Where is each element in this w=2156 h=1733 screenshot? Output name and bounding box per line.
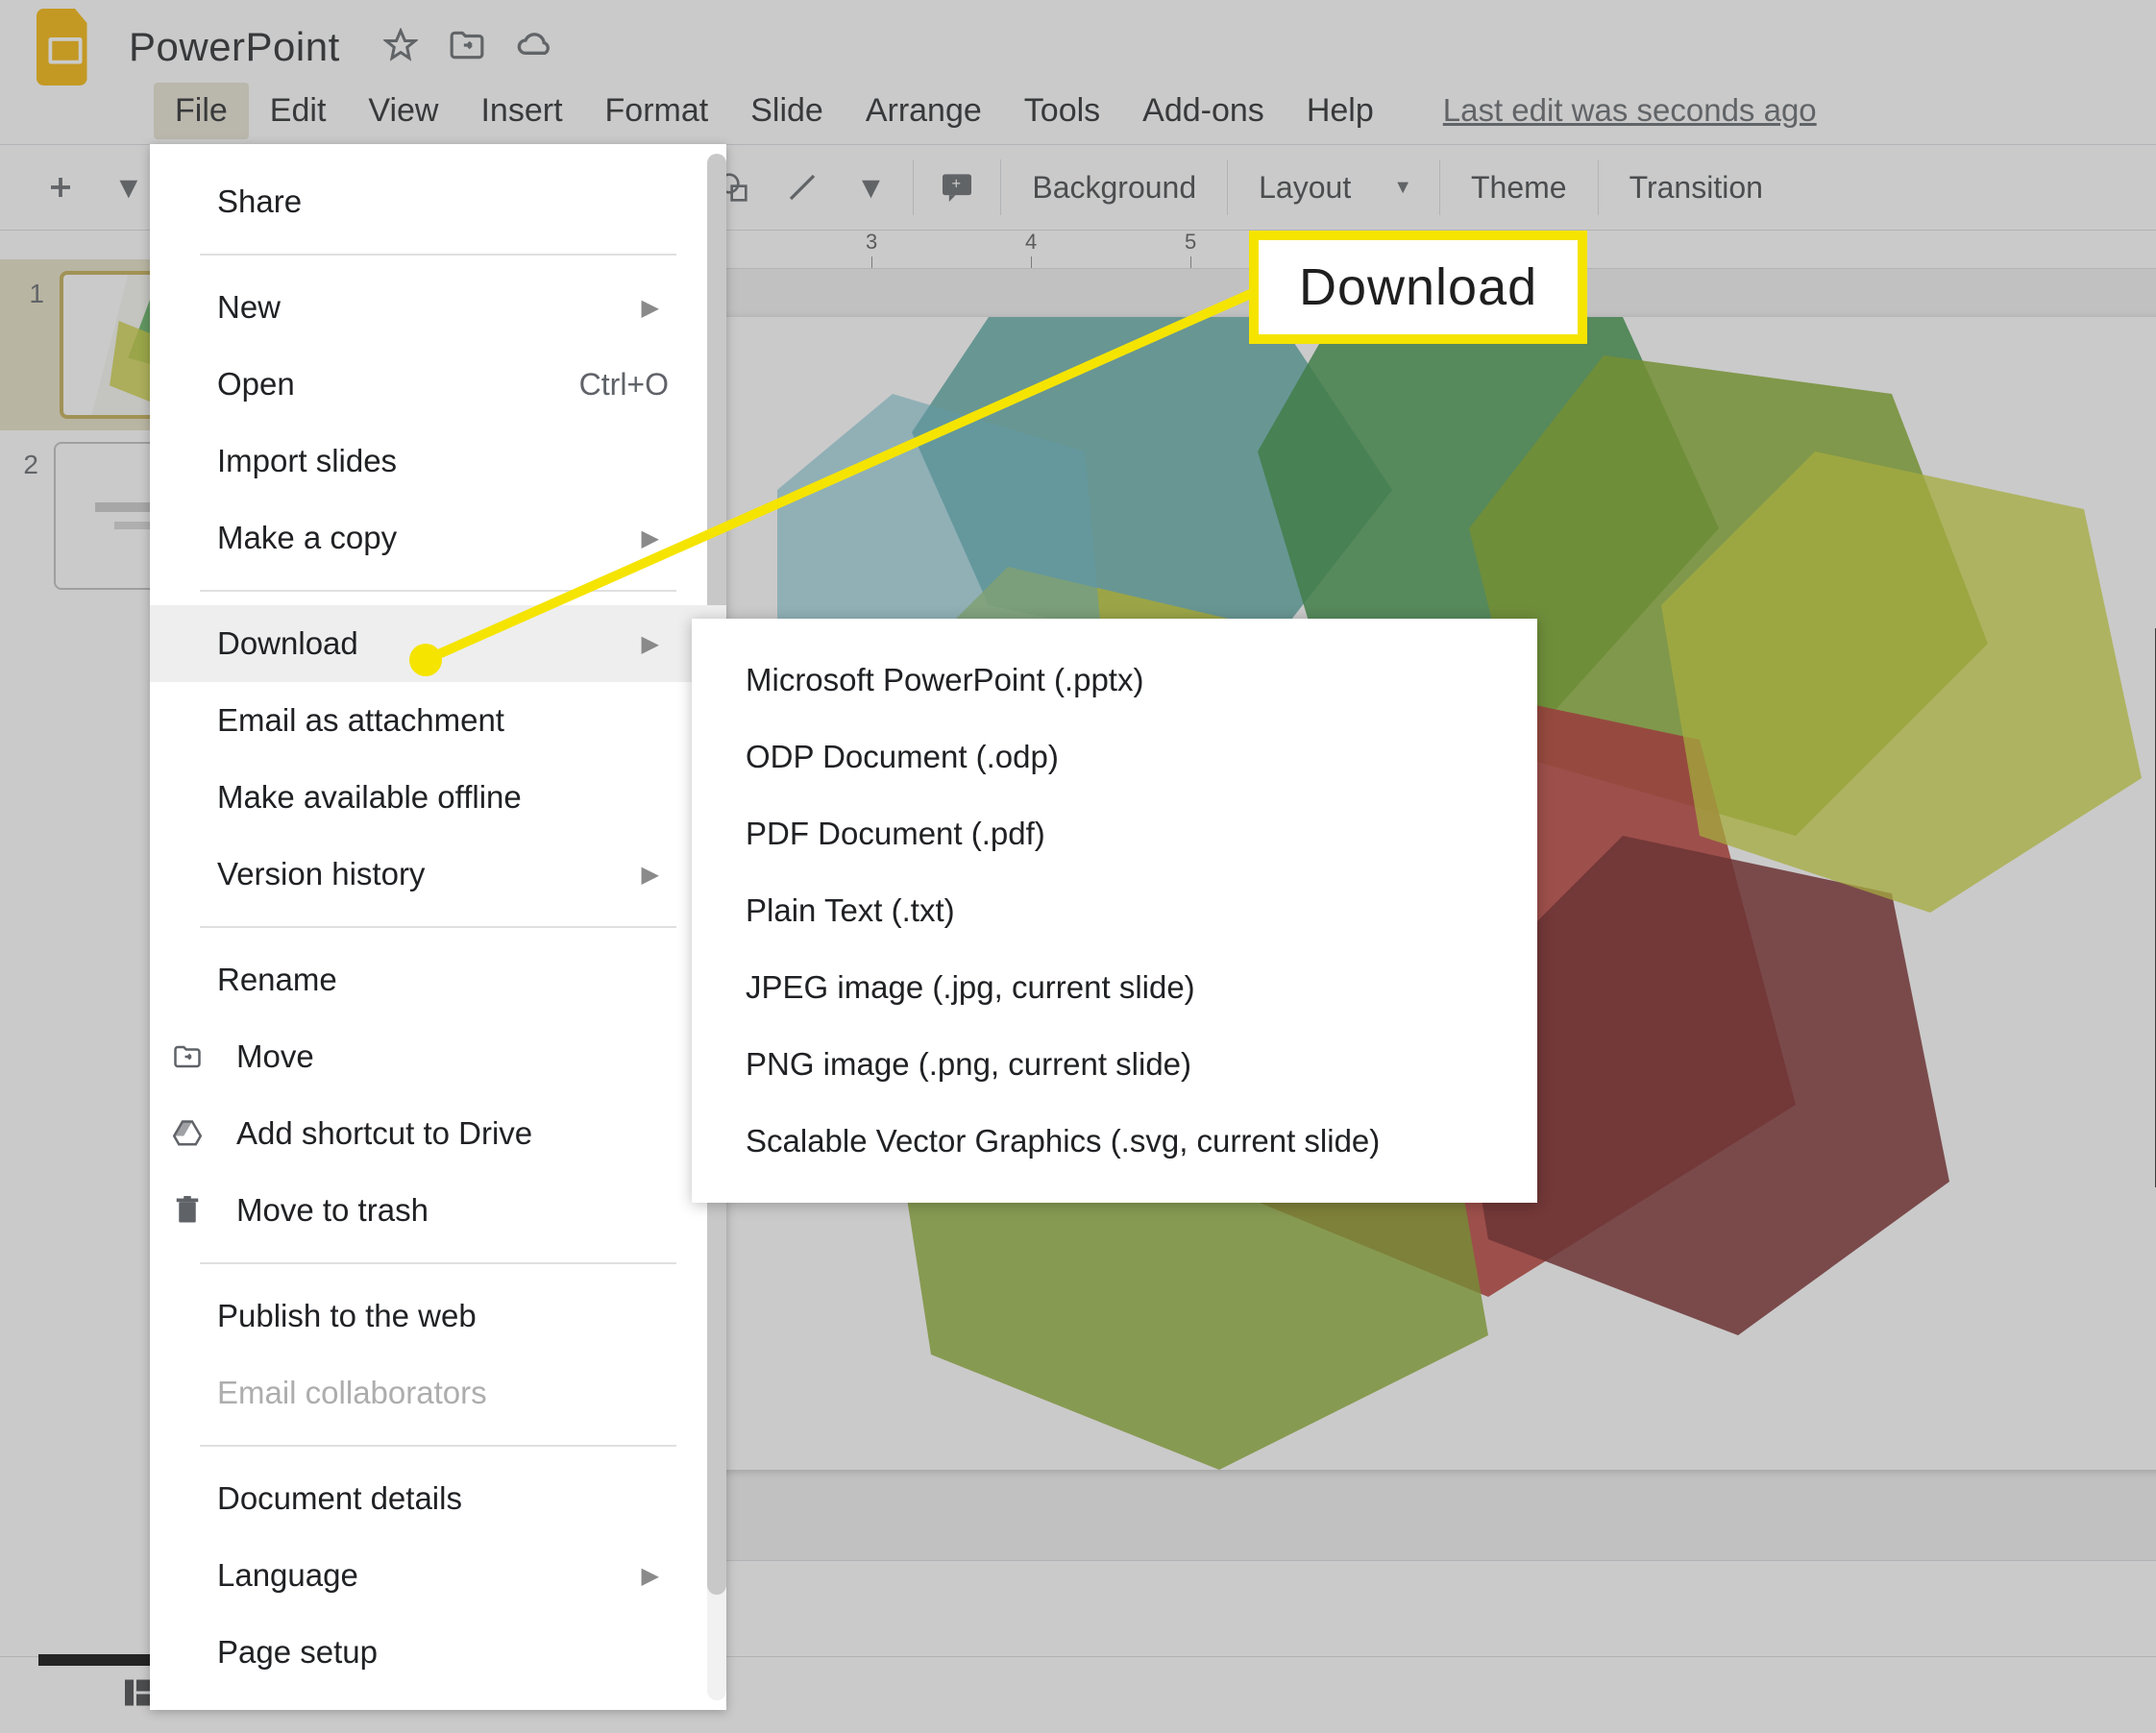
star-outline-icon[interactable] [383, 28, 418, 67]
menu-slide[interactable]: Slide [729, 83, 845, 139]
menu-item-share[interactable]: Share [150, 163, 726, 240]
document-title[interactable]: PowerPoint [129, 24, 340, 70]
transition-button[interactable]: Transition [1616, 164, 1776, 211]
move-to-folder-icon[interactable] [449, 29, 485, 66]
submenu-arrow-icon: ▶ [642, 1562, 659, 1590]
thumbnail-number: 1 [25, 279, 44, 309]
last-edit-status[interactable]: Last edit was seconds ago [1443, 92, 1817, 129]
drive-icon [169, 1120, 206, 1147]
menu-tools[interactable]: Tools [1003, 83, 1121, 139]
submenu-arrow-icon: ▶ [642, 861, 659, 889]
submenu-item-pdf[interactable]: PDF Document (.pdf) [692, 795, 1537, 872]
menu-item-email-collaborators: Email collaborators [150, 1355, 726, 1431]
menu-item-move[interactable]: Move [150, 1018, 726, 1095]
submenu-arrow-icon: ▶ [642, 630, 659, 658]
menu-bar: File Edit View Insert Format Slide Arran… [0, 77, 2156, 144]
menu-format[interactable]: Format [584, 83, 730, 139]
menu-item-publish[interactable]: Publish to the web [150, 1278, 726, 1355]
menu-insert[interactable]: Insert [459, 83, 583, 139]
menu-item-document-details[interactable]: Document details [150, 1460, 726, 1537]
menu-file[interactable]: File [154, 83, 249, 139]
trash-icon [169, 1196, 206, 1225]
menu-item-add-shortcut[interactable]: Add shortcut to Drive [150, 1095, 726, 1172]
text-placeholder[interactable] [2151, 624, 2156, 1191]
menu-item-rename[interactable]: Rename [150, 941, 726, 1018]
menu-item-email-attachment[interactable]: Email as attachment [150, 682, 726, 759]
submenu-item-png[interactable]: PNG image (.png, current slide) [692, 1026, 1537, 1103]
menu-item-import-slides[interactable]: Import slides [150, 423, 726, 500]
menu-item-download[interactable]: Download▶ [150, 605, 726, 682]
menu-addons[interactable]: Add-ons [1121, 83, 1286, 139]
submenu-arrow-icon: ▶ [642, 525, 659, 552]
shortcut-label: Ctrl+O [579, 367, 669, 403]
line-dropdown-icon[interactable]: ▼ [846, 164, 896, 211]
menu-item-trash[interactable]: Move to trash [150, 1172, 726, 1249]
slides-logo-icon [31, 0, 100, 95]
menu-item-offline[interactable]: Make available offline [150, 759, 726, 836]
comment-icon[interactable]: + [931, 167, 983, 207]
line-icon[interactable] [777, 166, 827, 208]
annotation-dot-icon [409, 644, 442, 676]
menu-view[interactable]: View [347, 83, 459, 139]
svg-text:+: + [952, 175, 962, 192]
title-bar: PowerPoint [0, 0, 2156, 77]
menu-arrange[interactable]: Arrange [845, 83, 1003, 139]
submenu-arrow-icon: ▶ [642, 294, 659, 322]
annotation-callout: Download [1249, 231, 1587, 344]
menu-help[interactable]: Help [1286, 83, 1395, 139]
submenu-item-svg[interactable]: Scalable Vector Graphics (.svg, current … [692, 1103, 1537, 1180]
cloud-saved-icon[interactable] [516, 31, 554, 64]
move-icon [169, 1044, 206, 1069]
file-menu: Share New▶ OpenCtrl+O Import slides Make… [150, 144, 726, 1710]
download-submenu: Microsoft PowerPoint (.pptx) ODP Documen… [692, 619, 1537, 1203]
thumbnail-number: 2 [19, 450, 38, 480]
menu-item-new[interactable]: New▶ [150, 269, 726, 346]
submenu-item-pptx[interactable]: Microsoft PowerPoint (.pptx) [692, 642, 1537, 719]
menu-edit[interactable]: Edit [249, 83, 348, 139]
background-button[interactable]: Background [1018, 164, 1210, 211]
submenu-item-odp[interactable]: ODP Document (.odp) [692, 719, 1537, 795]
menu-item-make-copy[interactable]: Make a copy▶ [150, 500, 726, 576]
submenu-item-txt[interactable]: Plain Text (.txt) [692, 872, 1537, 949]
new-slide-button[interactable] [37, 167, 85, 207]
layout-button[interactable]: Layout [1245, 164, 1364, 211]
menu-item-page-setup[interactable]: Page setup [150, 1614, 726, 1691]
layout-dropdown-icon[interactable]: ▼ [1384, 171, 1422, 205]
new-slide-dropdown-icon[interactable]: ▼ [104, 164, 154, 211]
menu-item-open[interactable]: OpenCtrl+O [150, 346, 726, 423]
menu-item-language[interactable]: Language▶ [150, 1537, 726, 1614]
submenu-item-jpeg[interactable]: JPEG image (.jpg, current slide) [692, 949, 1537, 1026]
app-root: PowerPoint File Edit View Insert Format … [0, 0, 2156, 1733]
theme-button[interactable]: Theme [1458, 164, 1580, 211]
menu-item-version-history[interactable]: Version history▶ [150, 836, 726, 913]
